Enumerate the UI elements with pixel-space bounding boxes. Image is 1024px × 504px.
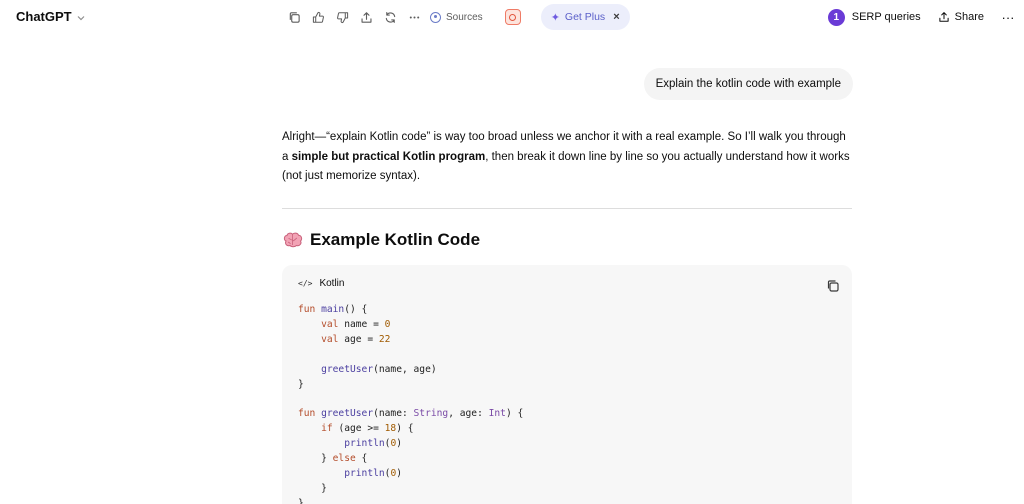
code-line: println(0) bbox=[344, 467, 402, 479]
extension-icon[interactable] bbox=[504, 9, 521, 25]
copy-code-icon[interactable] bbox=[826, 279, 840, 293]
code-line: } bbox=[298, 497, 304, 504]
share-icon bbox=[939, 12, 949, 22]
get-plus-button[interactable]: ✦ Get Plus × bbox=[540, 4, 630, 30]
section-heading-text: Example Kotlin Code bbox=[310, 230, 481, 249]
code-block: </> Kotlin fun main() { val name = 0 val… bbox=[282, 265, 852, 504]
app-title: ChatGPT bbox=[16, 9, 72, 24]
code-line: println(0) bbox=[344, 438, 402, 450]
message-actions: Sources ✦ Get Plus × bbox=[282, 4, 630, 30]
user-message: Explain the kotlin code with example bbox=[643, 68, 853, 100]
share-label: Share bbox=[954, 11, 984, 23]
code-line: if (age >= 18) { bbox=[321, 423, 414, 435]
code-line: fun greetUser(name: String, age: Int) { bbox=[298, 408, 524, 420]
code-icon: </> bbox=[298, 279, 313, 288]
thumbs-up-icon[interactable] bbox=[306, 5, 330, 29]
close-icon[interactable]: × bbox=[613, 11, 619, 23]
serp-count-badge: 1 bbox=[827, 8, 845, 26]
code-line: val age = 22 bbox=[321, 333, 391, 345]
code-line: } bbox=[298, 378, 304, 390]
code-language: Kotlin bbox=[319, 278, 345, 289]
more-options-button[interactable]: ··· bbox=[1000, 10, 1016, 25]
sources-icon bbox=[430, 11, 441, 23]
divider bbox=[282, 208, 852, 209]
code-line: greetUser(name, age) bbox=[321, 363, 437, 375]
serp-label: SERP queries bbox=[851, 11, 921, 23]
serp-queries-button[interactable]: 1 SERP queries bbox=[827, 8, 921, 26]
regenerate-icon[interactable] bbox=[378, 5, 402, 29]
model-selector[interactable]: ChatGPT bbox=[16, 9, 86, 24]
code-content: fun main() { val name = 0 val age = 22 g… bbox=[298, 303, 523, 504]
code-line: } bbox=[298, 482, 327, 494]
get-plus-label: Get Plus bbox=[564, 11, 606, 23]
assistant-reply: Alright—“explain Kotlin code” is way too… bbox=[282, 128, 852, 187]
section-heading: Example Kotlin Code bbox=[283, 230, 480, 250]
brain-icon bbox=[283, 232, 303, 248]
code-header: </> Kotlin bbox=[298, 278, 344, 289]
header-right: 1 SERP queries Share ··· bbox=[827, 6, 1016, 28]
sources-label: Sources bbox=[446, 11, 483, 23]
top-bar: ChatGPT Sources ✦ Get Plus × 1 SERP quer… bbox=[0, 0, 1024, 34]
more-icon[interactable] bbox=[402, 5, 426, 29]
code-line: fun main() { bbox=[298, 304, 368, 315]
code-line: } else { bbox=[298, 453, 368, 465]
share-up-icon[interactable] bbox=[354, 5, 378, 29]
copy-icon[interactable] bbox=[282, 5, 306, 29]
chevron-down-icon bbox=[77, 15, 85, 20]
reply-bold-text: simple but practical Kotlin program bbox=[291, 150, 486, 163]
code-line: val name = 0 bbox=[321, 318, 391, 330]
thumbs-down-icon[interactable] bbox=[330, 5, 354, 29]
sources-button[interactable]: Sources bbox=[430, 11, 483, 23]
share-button[interactable]: Share bbox=[938, 11, 984, 23]
sparkle-icon: ✦ bbox=[550, 11, 560, 24]
